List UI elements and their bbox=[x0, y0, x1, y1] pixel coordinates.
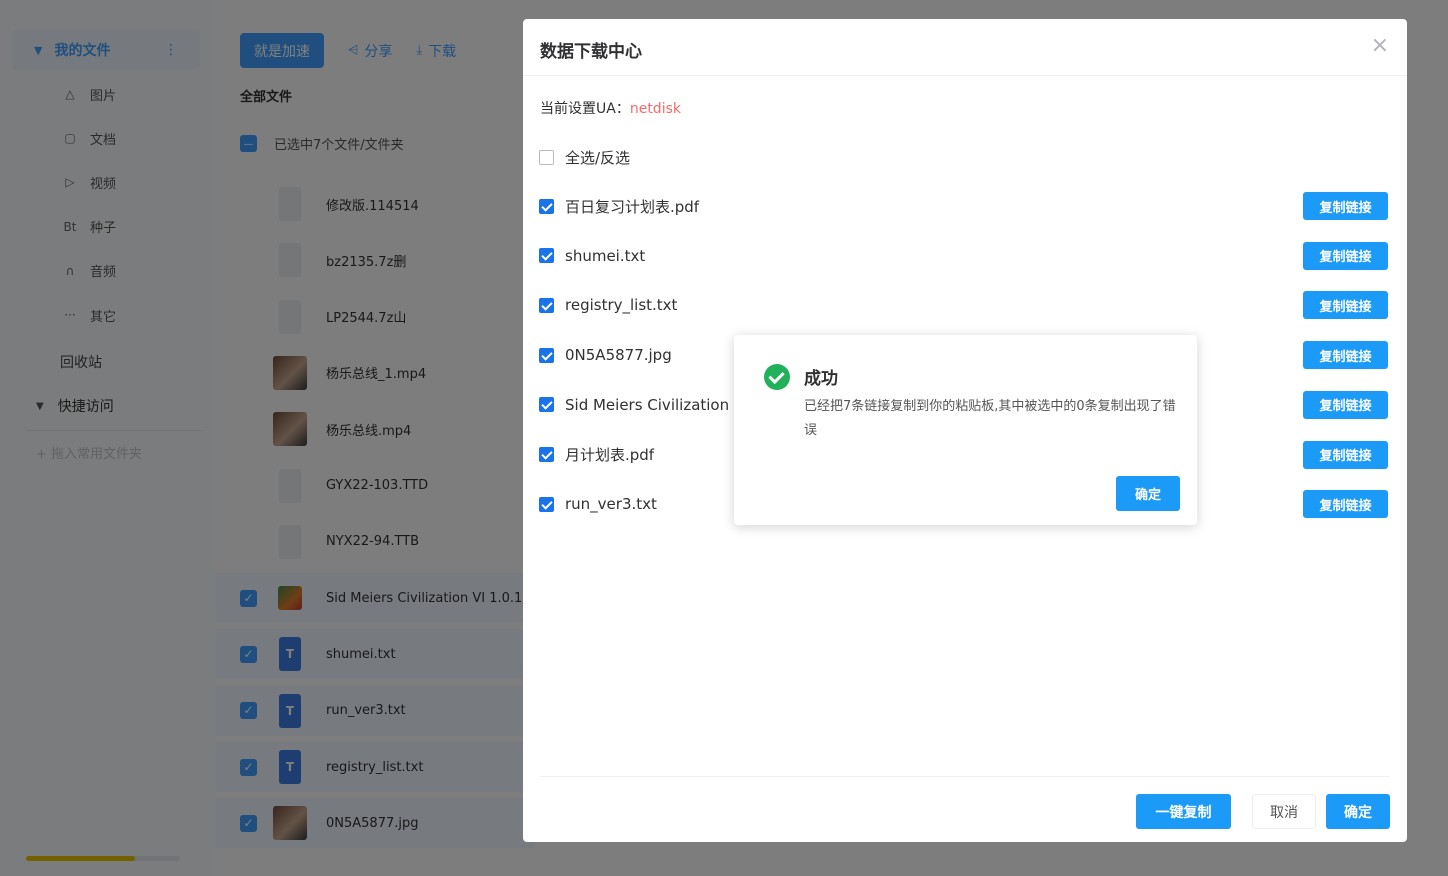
item-file-name: 百日复习计划表.pdf bbox=[565, 197, 700, 216]
toast-ok-button[interactable]: 确定 bbox=[1116, 476, 1180, 511]
item-file-name: Sid Meiers Civilization V bbox=[565, 395, 745, 414]
copy-link-button[interactable]: 复制链接 bbox=[1303, 490, 1388, 519]
item-file-name: 月计划表.pdf bbox=[565, 446, 655, 464]
item-checkbox[interactable] bbox=[539, 447, 554, 462]
download-item[interactable]: 百日复习计划表.pdf bbox=[539, 196, 699, 216]
cancel-button[interactable]: 取消 bbox=[1252, 794, 1316, 829]
item-checkbox[interactable] bbox=[539, 248, 554, 264]
item-checkbox[interactable] bbox=[539, 297, 554, 313]
toast-message: 已经把7条链接复制到你的粘贴板,其中被选中的0条复制出现了错误 bbox=[804, 399, 1176, 438]
dialog-footer-divider bbox=[540, 776, 1390, 777]
download-item[interactable]: 0N5A5877.jpg bbox=[539, 345, 672, 365]
dialog-header: 数据下载中心 × bbox=[523, 19, 1407, 76]
item-file-name: registry_list.txt bbox=[565, 296, 678, 315]
copy-all-button[interactable]: 一键复制 bbox=[1136, 794, 1231, 829]
ua-setting: 当前设置UA：netdisk bbox=[540, 98, 681, 118]
success-check-icon bbox=[764, 364, 790, 390]
item-file-name: shumei.txt bbox=[565, 246, 646, 265]
ua-value: netdisk bbox=[629, 101, 681, 117]
dialog-title: 数据下载中心 bbox=[540, 42, 642, 62]
success-message-box: 成功 已经把7条链接复制到你的粘贴板,其中被选中的0条复制出现了错误 确定 bbox=[734, 335, 1197, 525]
download-item[interactable]: 月计划表.pdf bbox=[539, 445, 654, 465]
download-item[interactable]: run_ver3.txt bbox=[539, 494, 657, 514]
copy-link-button[interactable]: 复制链接 bbox=[1303, 291, 1388, 320]
ua-label: 当前设置UA： bbox=[540, 101, 630, 117]
copy-link-button[interactable]: 复制链接 bbox=[1303, 440, 1388, 469]
copy-link-button[interactable]: 复制链接 bbox=[1303, 390, 1388, 419]
select-all-checkbox[interactable] bbox=[539, 149, 554, 165]
item-checkbox[interactable] bbox=[539, 347, 554, 363]
copy-link-button[interactable]: 复制链接 bbox=[1303, 241, 1388, 270]
item-checkbox[interactable] bbox=[539, 397, 554, 413]
select-all-toggle[interactable]: 全选/反选 bbox=[539, 147, 630, 167]
item-file-name: run_ver3.txt bbox=[565, 495, 657, 514]
confirm-button[interactable]: 确定 bbox=[1326, 794, 1390, 829]
download-item[interactable]: registry_list.txt bbox=[539, 295, 677, 315]
select-all-label: 全选/反选 bbox=[565, 148, 631, 167]
download-item[interactable]: Sid Meiers Civilization V bbox=[539, 395, 744, 415]
item-checkbox[interactable] bbox=[539, 198, 554, 214]
copy-link-button[interactable]: 复制链接 bbox=[1303, 341, 1388, 370]
copy-link-button[interactable]: 复制链接 bbox=[1303, 192, 1388, 220]
item-checkbox[interactable] bbox=[539, 496, 554, 512]
download-item[interactable]: shumei.txt bbox=[539, 246, 645, 266]
item-file-name: 0N5A5877.jpg bbox=[565, 346, 672, 365]
toast-title: 成功 bbox=[804, 369, 838, 389]
close-icon[interactable]: × bbox=[1371, 35, 1389, 57]
